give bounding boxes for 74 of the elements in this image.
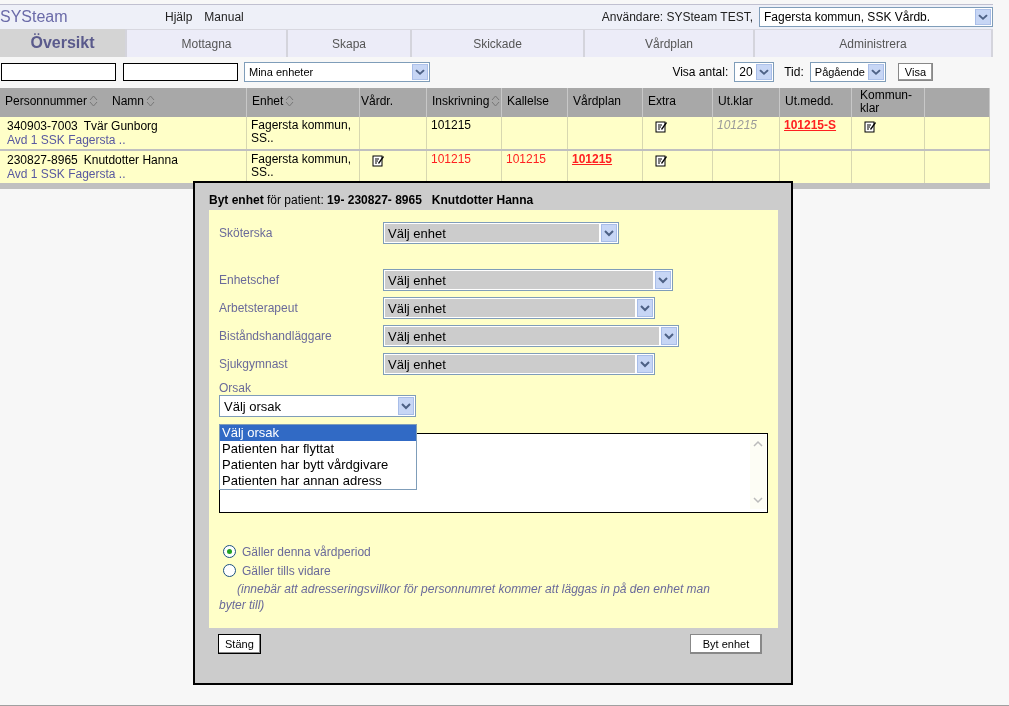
note-icon[interactable] — [655, 154, 667, 167]
column-header[interactable]: Extra — [648, 94, 676, 108]
dropdown-option[interactable]: Välj orsak — [220, 425, 416, 441]
unit-select[interactable]: Välj enhet — [383, 325, 679, 347]
count-select[interactable]: 20 — [734, 61, 775, 82]
column-header[interactable]: Personnummer — [5, 94, 99, 108]
nav-tab[interactable]: Mottagna — [127, 30, 288, 57]
search-field[interactable] — [123, 62, 238, 81]
dropdown-arrow-icon — [867, 63, 884, 80]
role-label: Sjukgymnast — [219, 357, 289, 371]
patient-name: Tvär Gunborg — [83, 119, 158, 133]
nav-tab[interactable]: Vårdplan — [585, 30, 755, 57]
date-link[interactable]: 101215-S — [784, 119, 847, 132]
table-cell-text: Fagersta kommun, SS.. — [251, 153, 353, 179]
table-cell-text: Fagersta kommun, SS.. — [251, 119, 353, 145]
user-label: Användare: SYSteam TEST, — [601, 10, 753, 24]
column-header[interactable]: Ut.klar — [718, 94, 753, 108]
radio-label: Gäller tills vidare — [242, 563, 331, 578]
table-cell-text: 101215 — [717, 119, 759, 132]
radio-button[interactable] — [223, 545, 236, 558]
table-cell-text: 101215 — [506, 153, 548, 166]
close-button[interactable]: Stäng — [218, 634, 261, 654]
count-label: Visa antal: — [672, 64, 729, 79]
table-cell-text: 101215 — [431, 119, 473, 132]
unit-select[interactable]: Välj enhet — [383, 353, 655, 375]
note-icon[interactable] — [372, 154, 384, 167]
column-header[interactable]: Vårdr. — [361, 94, 393, 108]
nav-tab[interactable]: Skapa — [288, 30, 412, 57]
dialog-title: Byt enhet för patient: 19- 230827- 8965 Knutdotter Hanna — [209, 193, 535, 207]
radio-label: Gäller denna vårdperiod — [242, 544, 371, 559]
unit-select[interactable]: Välj enhet — [383, 297, 655, 319]
unit-select[interactable]: Fagersta kommun, SSK Vårdb. — [759, 7, 993, 27]
role-label: Sköterska — [219, 226, 274, 240]
submit-button[interactable]: Byt enhet — [690, 634, 762, 654]
scrollbar[interactable] — [749, 434, 767, 510]
note-icon[interactable] — [655, 120, 667, 133]
header-link[interactable]: Manual — [204, 10, 244, 24]
nav-tab[interactable]: Administrera — [755, 30, 993, 57]
column-header[interactable]: Namn — [112, 94, 156, 108]
radio-button[interactable] — [223, 564, 236, 577]
note-text: (innebär att adresseringsvillkor för personnumret kommer att läggas in på den enhet man byter till) — [219, 581, 711, 613]
dropdown-arrow-icon — [756, 63, 773, 80]
patient-name: Knutdotter Hanna — [83, 153, 178, 167]
show-button[interactable]: Visa — [897, 62, 933, 81]
column-header[interactable]: Inskrivning — [432, 94, 501, 108]
app-logo: SYSteam — [0, 8, 69, 26]
unit-select[interactable]: Välj enhet — [383, 269, 673, 291]
role-label: Arbetsterapeut — [219, 301, 299, 315]
column-header[interactable]: Enhet — [252, 94, 295, 108]
column-header[interactable]: Kommun-klar — [860, 89, 916, 115]
reason-select[interactable]: Välj orsak — [219, 395, 416, 417]
dropdown-arrow-icon — [412, 63, 428, 80]
personal-number: 230827-8965 — [7, 153, 78, 167]
column-header[interactable]: Vårdplan — [573, 94, 622, 108]
column-header[interactable]: Kallelse — [507, 94, 550, 108]
nav-tab[interactable]: Översikt — [0, 29, 127, 57]
unit-link[interactable]: Avd 1 SSK Fagersta .. — [7, 167, 242, 181]
role-label: Biståndshandläggare — [219, 329, 333, 343]
header-link[interactable]: Hjälp — [165, 10, 193, 24]
date-link[interactable]: 101215 — [572, 153, 638, 166]
unit-link[interactable]: Avd 1 SSK Fagersta .. — [7, 133, 242, 147]
role-label: Enhetschef — [219, 273, 281, 287]
time-select[interactable]: Pågående — [809, 61, 886, 82]
dropdown-arrow-icon — [975, 9, 991, 25]
time-label: Tid: — [784, 64, 804, 79]
reason-label: Orsak — [219, 381, 252, 395]
column-header[interactable]: Ut.medd. — [785, 94, 834, 108]
nav-tab[interactable]: Skickade — [412, 30, 585, 57]
unit-filter-select[interactable]: Mina enheter — [244, 61, 430, 82]
search-field[interactable] — [1, 62, 116, 81]
note-icon[interactable] — [864, 120, 876, 133]
table-cell-text: 101215 — [431, 153, 473, 166]
unit-select[interactable]: Välj enhet — [383, 222, 619, 244]
personal-number: 340903-7003 — [7, 119, 78, 133]
